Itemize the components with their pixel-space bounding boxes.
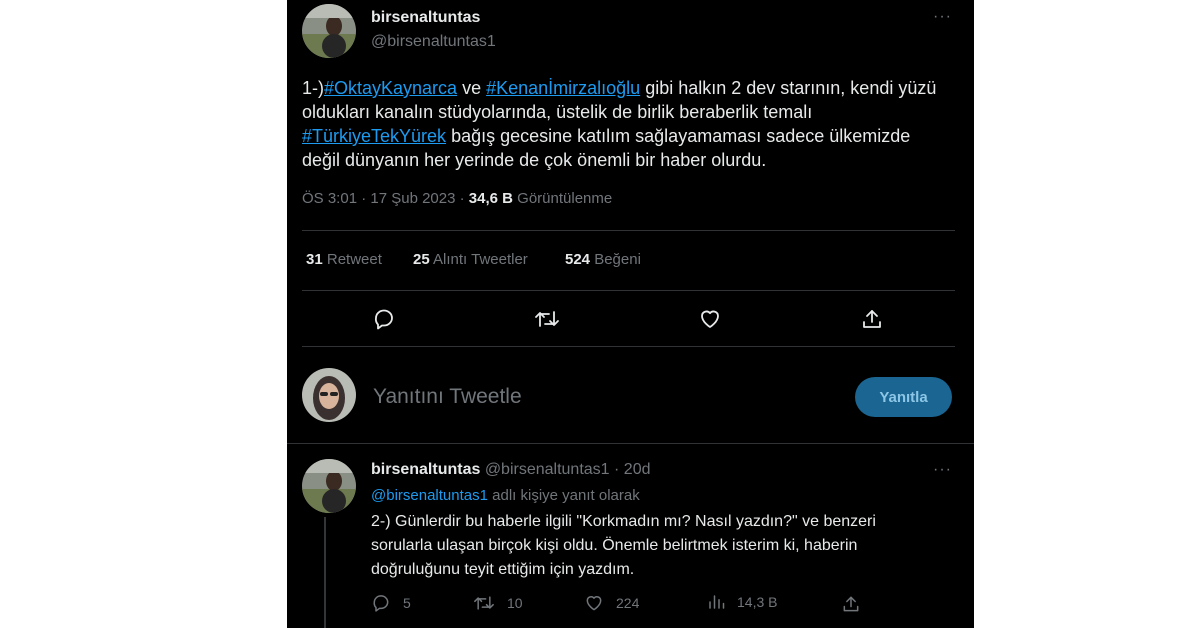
- reply-author-name[interactable]: birsenaltuntas: [371, 461, 480, 478]
- reply-author-avatar[interactable]: [302, 459, 356, 513]
- reply-icon[interactable]: [370, 305, 398, 333]
- reply-header: birsenaltuntas @birsenaltuntas1 · 20d: [371, 461, 651, 479]
- retweet-count: 10: [507, 595, 523, 611]
- meta-separator: ·: [455, 190, 469, 207]
- views-count: 34,6 B: [468, 190, 513, 207]
- author-avatar[interactable]: [302, 4, 356, 58]
- reply-button[interactable]: Yanıtla: [855, 377, 952, 417]
- reply-icon: [373, 595, 389, 612]
- views-count: 14,3 B: [737, 594, 778, 610]
- like-count: 224: [616, 595, 640, 611]
- like-icon[interactable]: [696, 305, 724, 333]
- tweet-text-part: 1-): [302, 78, 324, 98]
- retweet-count: 31: [306, 251, 323, 268]
- retweet-stat[interactable]: 31 Retweet: [306, 251, 382, 268]
- divider: [302, 290, 955, 291]
- retweet-label: Retweet: [326, 251, 382, 268]
- more-icon[interactable]: ···: [933, 8, 952, 26]
- views-label: Görüntülenme: [517, 190, 613, 207]
- replying-to: @birsenaltuntas1 adlı kişiye yanıt olara…: [371, 487, 640, 504]
- like-count: 524: [565, 251, 591, 268]
- author-name[interactable]: birsenaltuntas: [371, 9, 480, 27]
- reply-action-retweet[interactable]: 10: [473, 593, 523, 613]
- reply-time[interactable]: · 20d: [614, 461, 650, 478]
- share-icon[interactable]: [837, 590, 865, 618]
- thread-line: [324, 517, 326, 628]
- author-handle[interactable]: @birsenaltuntas1: [371, 33, 496, 51]
- reply-author-handle[interactable]: @birsenaltuntas1: [485, 461, 610, 478]
- reply-action-like[interactable]: 224: [584, 593, 639, 613]
- divider: [287, 443, 974, 444]
- tweet-meta: ÖS 3:01 · 17 Şub 2023 · 34,6 B Görüntüle…: [302, 190, 612, 207]
- quote-count: 25: [413, 251, 430, 268]
- tweet-panel: birsenaltuntas @birsenaltuntas1 ··· 1-)#…: [287, 0, 974, 628]
- reply-text: 2-) Günlerdir bu haberle ilgili "Korkmad…: [371, 513, 876, 578]
- hashtag-link[interactable]: #TürkiyeTekYürek: [302, 126, 446, 146]
- reply-action-reply[interactable]: 5: [371, 593, 411, 613]
- current-user-avatar[interactable]: [302, 368, 356, 422]
- retweet-icon: [474, 596, 494, 610]
- hashtag-link[interactable]: #Kenanİmirzalıoğlu: [486, 78, 640, 98]
- divider: [302, 346, 955, 347]
- hashtag-link[interactable]: #OktayKaynarca: [324, 78, 457, 98]
- replying-to-handle[interactable]: @birsenaltuntas1: [371, 487, 488, 504]
- reply-action-views[interactable]: 14,3 B: [707, 593, 777, 611]
- tweet-text: 1-)#OktayKaynarca ve #Kenanİmirzalıoğlu …: [302, 76, 942, 172]
- retweet-icon[interactable]: [533, 305, 561, 333]
- like-stat[interactable]: 524 Beğeni: [565, 251, 641, 268]
- more-icon[interactable]: ···: [933, 461, 952, 479]
- replying-to-suffix: adlı kişiye yanıt olarak: [487, 487, 640, 504]
- views-icon: [709, 595, 725, 609]
- reply-input[interactable]: Yanıtını Tweetle: [373, 385, 522, 409]
- divider: [302, 230, 955, 231]
- quote-stat[interactable]: 25 Alıntı Tweetler: [413, 251, 528, 268]
- share-icon[interactable]: [858, 305, 886, 333]
- tweet-text-part: ve: [457, 78, 487, 98]
- reply-count: 5: [403, 595, 411, 611]
- like-icon: [586, 596, 602, 611]
- quote-label: Alıntı Tweetler: [433, 251, 528, 268]
- tweet-timestamp[interactable]: ÖS 3:01 · 17 Şub 2023: [302, 190, 455, 207]
- like-label: Beğeni: [594, 251, 641, 268]
